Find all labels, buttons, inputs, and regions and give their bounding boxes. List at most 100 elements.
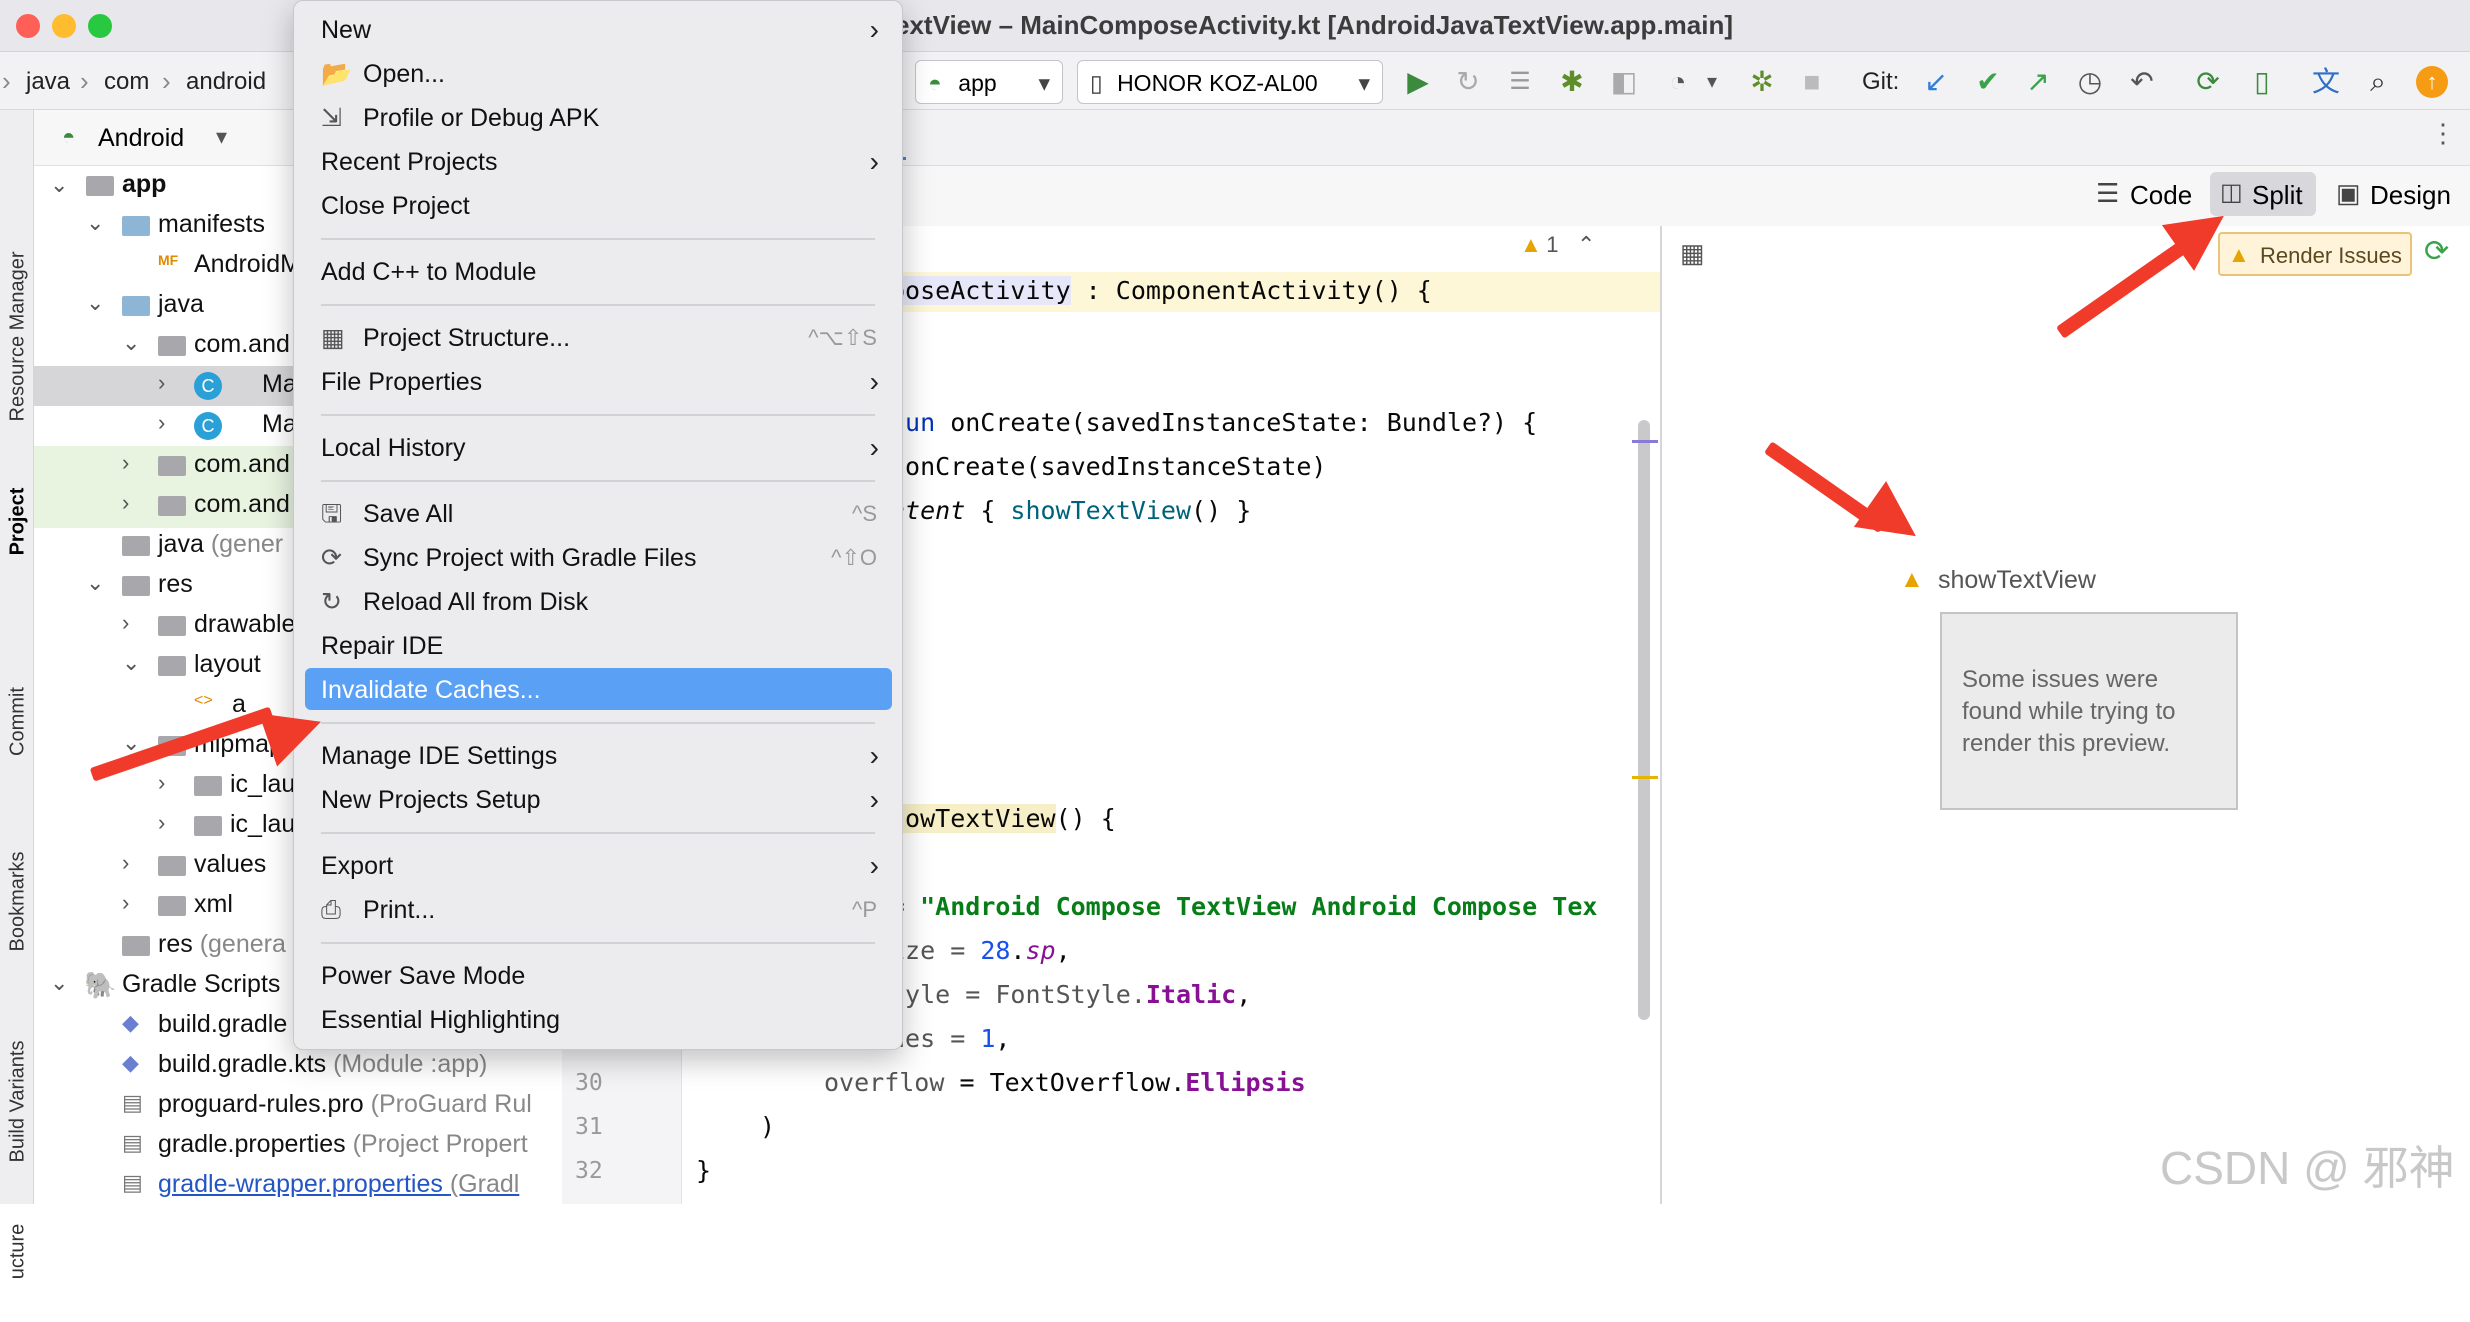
menu-item-print[interactable]: ⎙ Print... ^P bbox=[321, 890, 891, 930]
history-icon[interactable]: ◷ bbox=[2072, 64, 2108, 100]
tree-item-package[interactable]: com.and bbox=[194, 490, 290, 519]
tool-tab-structure[interactable]: ucture bbox=[7, 1182, 30, 1322]
editor-scrollbar[interactable] bbox=[1638, 420, 1650, 1020]
breadcrumb-item[interactable]: com bbox=[104, 68, 149, 96]
device-select[interactable]: ▯ HONOR KOZ-AL00 ▾ bbox=[1077, 60, 1383, 104]
run-config-select[interactable]: ◓ app ▾ bbox=[915, 60, 1063, 104]
menu-item-close-project[interactable]: Close Project bbox=[321, 186, 891, 226]
tree-item-package[interactable]: com.and bbox=[194, 450, 290, 479]
tree-item-java-generated[interactable]: java (gener bbox=[158, 530, 283, 559]
git-push-icon[interactable]: ↗ bbox=[2020, 64, 2056, 100]
expand-arrow-icon[interactable]: ⌄ bbox=[86, 210, 104, 236]
tree-item-build-gradle-kts[interactable]: build.gradle.kts (Module :app) bbox=[158, 1050, 487, 1079]
tool-tab-commit[interactable]: Commit bbox=[7, 652, 30, 792]
git-update-icon[interactable]: ↙ bbox=[1918, 64, 1954, 100]
tree-item-java[interactable]: java bbox=[158, 290, 204, 319]
menu-item-local-history[interactable]: Local History › bbox=[321, 428, 891, 468]
rollback-icon[interactable]: ↶ bbox=[2124, 64, 2160, 100]
menu-item-sync-gradle[interactable]: ⟳ Sync Project with Gradle Files ^⇧O bbox=[321, 538, 891, 578]
tree-item-manifest-file[interactable]: AndroidM bbox=[194, 250, 301, 279]
zoom-window-button[interactable] bbox=[88, 14, 112, 38]
collapse-arrow-icon[interactable]: › bbox=[122, 890, 129, 916]
menu-item-recent-projects[interactable]: Recent Projects › bbox=[321, 142, 891, 182]
translate-icon[interactable]: 文 bbox=[2308, 64, 2344, 100]
stop-icon[interactable]: ■ bbox=[1794, 64, 1830, 100]
menu-item-repair-ide[interactable]: Repair IDE bbox=[321, 626, 891, 666]
breadcrumb-item[interactable]: android bbox=[186, 68, 266, 96]
menu-item-open[interactable]: 📂 Open... bbox=[321, 54, 891, 94]
chevron-up-icon[interactable]: ⌃ bbox=[1577, 232, 1595, 257]
search-icon[interactable]: ⌕ bbox=[2360, 64, 2396, 100]
menu-item-essential-highlighting[interactable]: Essential Highlighting bbox=[321, 1000, 891, 1040]
render-issues-button[interactable]: ▲ Render Issues bbox=[2218, 232, 2412, 276]
tree-item-gradle-scripts[interactable]: Gradle Scripts bbox=[122, 970, 280, 999]
expand-arrow-icon[interactable]: ⌄ bbox=[86, 570, 104, 596]
menu-item-reload-disk[interactable]: ↻ Reload All from Disk bbox=[321, 582, 891, 622]
collapse-arrow-icon[interactable]: › bbox=[158, 770, 165, 796]
preview-layout-icon[interactable]: ▦ bbox=[1680, 238, 1705, 269]
menu-item-project-structure[interactable]: ▦ Project Structure... ^⌥⇧S bbox=[321, 318, 891, 358]
tree-item-manifests[interactable]: manifests bbox=[158, 210, 265, 239]
tree-item-res-generated[interactable]: res (genera bbox=[158, 930, 286, 959]
chevron-down-icon[interactable]: ▾ bbox=[216, 124, 227, 150]
debug-icon[interactable]: ✱ bbox=[1554, 64, 1590, 100]
split-view-button[interactable]: ◫ Split bbox=[2210, 172, 2316, 216]
tree-item-ic-launcher-round[interactable]: ic_lau bbox=[230, 810, 295, 839]
collapse-arrow-icon[interactable]: › bbox=[122, 850, 129, 876]
menu-item-new-projects-setup[interactable]: New Projects Setup › bbox=[321, 780, 891, 820]
attach-debugger-icon[interactable]: ◧ bbox=[1606, 64, 1642, 100]
expand-arrow-icon[interactable]: ⌄ bbox=[122, 650, 140, 676]
tree-item-gradle-properties[interactable]: gradle.properties (Project Propert bbox=[158, 1130, 528, 1159]
tree-item-res[interactable]: res bbox=[158, 570, 193, 599]
tree-item-proguard[interactable]: proguard-rules.pro (ProGuard Rul bbox=[158, 1090, 532, 1119]
tree-item-ic-launcher[interactable]: ic_lau bbox=[230, 770, 295, 799]
tree-item-package[interactable]: com.and bbox=[194, 330, 290, 359]
debug-attach-icon[interactable]: ✲ bbox=[1744, 64, 1780, 100]
collapse-arrow-icon[interactable]: › bbox=[158, 370, 165, 396]
profiler-icon[interactable]: ◔ bbox=[1660, 64, 1696, 100]
menu-item-export[interactable]: Export › bbox=[321, 846, 891, 886]
collapse-arrow-icon[interactable]: › bbox=[122, 450, 129, 476]
menu-item-manage-ide-settings[interactable]: Manage IDE Settings › bbox=[321, 736, 891, 776]
device-manager-icon[interactable]: ▯ bbox=[2244, 64, 2280, 100]
gradle-sync-icon[interactable]: ⟳ bbox=[2190, 64, 2226, 100]
code-view-button[interactable]: Code bbox=[2130, 180, 2192, 211]
close-window-button[interactable] bbox=[16, 14, 40, 38]
refresh-preview-icon[interactable]: ⟳ bbox=[2424, 234, 2449, 269]
inspection-widget[interactable]: ▲ 1 ⌃ ⌄ bbox=[1520, 232, 1630, 283]
menu-item-save-all[interactable]: 🖫 Save All ^S bbox=[321, 494, 891, 534]
apply-changes-icon[interactable]: ↻ bbox=[1450, 64, 1486, 100]
tool-tab-build-variants[interactable]: Build Variants bbox=[7, 1032, 30, 1172]
tree-item-class[interactable]: Ma bbox=[262, 410, 297, 439]
tree-item-values[interactable]: values bbox=[194, 850, 266, 879]
tool-tab-resource-manager[interactable]: Resource Manager bbox=[7, 251, 30, 421]
tree-item-layout[interactable]: layout bbox=[194, 650, 261, 679]
tree-item-xml[interactable]: xml bbox=[194, 890, 233, 919]
expand-arrow-icon[interactable]: ⌄ bbox=[50, 970, 68, 996]
run-icon[interactable]: ▶ bbox=[1400, 64, 1436, 100]
git-commit-icon[interactable]: ✔ bbox=[1970, 64, 2006, 100]
menu-item-file-properties[interactable]: File Properties › bbox=[321, 362, 891, 402]
menu-item-new[interactable]: New › bbox=[321, 10, 891, 50]
collapse-arrow-icon[interactable]: › bbox=[122, 610, 129, 636]
design-view-button[interactable]: Design bbox=[2370, 180, 2451, 211]
tree-item-class[interactable]: Ma bbox=[262, 370, 297, 399]
tree-item-app[interactable]: app bbox=[122, 170, 166, 199]
menu-item-power-save-mode[interactable]: Power Save Mode bbox=[321, 956, 891, 996]
expand-arrow-icon[interactable]: ⌄ bbox=[86, 290, 104, 316]
tree-item-gradle-wrapper[interactable]: gradle-wrapper.properties (Gradl bbox=[158, 1170, 519, 1199]
tool-tab-bookmarks[interactable]: Bookmarks bbox=[7, 832, 30, 972]
breadcrumb-item[interactable]: java bbox=[26, 68, 70, 96]
collapse-arrow-icon[interactable]: › bbox=[158, 410, 165, 436]
tool-tab-project[interactable]: Project bbox=[7, 452, 30, 592]
menu-item-add-cpp[interactable]: Add C++ to Module bbox=[321, 252, 891, 292]
expand-arrow-icon[interactable]: ⌄ bbox=[122, 330, 140, 356]
minimize-window-button[interactable] bbox=[52, 14, 76, 38]
apply-code-changes-icon[interactable]: ☰ bbox=[1502, 64, 1538, 100]
project-view-selector[interactable]: Android bbox=[98, 124, 184, 153]
update-icon[interactable]: ↑ bbox=[2416, 66, 2448, 98]
collapse-arrow-icon[interactable]: › bbox=[158, 810, 165, 836]
expand-arrow-icon[interactable]: ⌄ bbox=[50, 172, 68, 198]
preview-name[interactable]: showTextView bbox=[1938, 566, 2096, 595]
menu-item-invalidate-caches[interactable]: Invalidate Caches... bbox=[321, 670, 891, 710]
